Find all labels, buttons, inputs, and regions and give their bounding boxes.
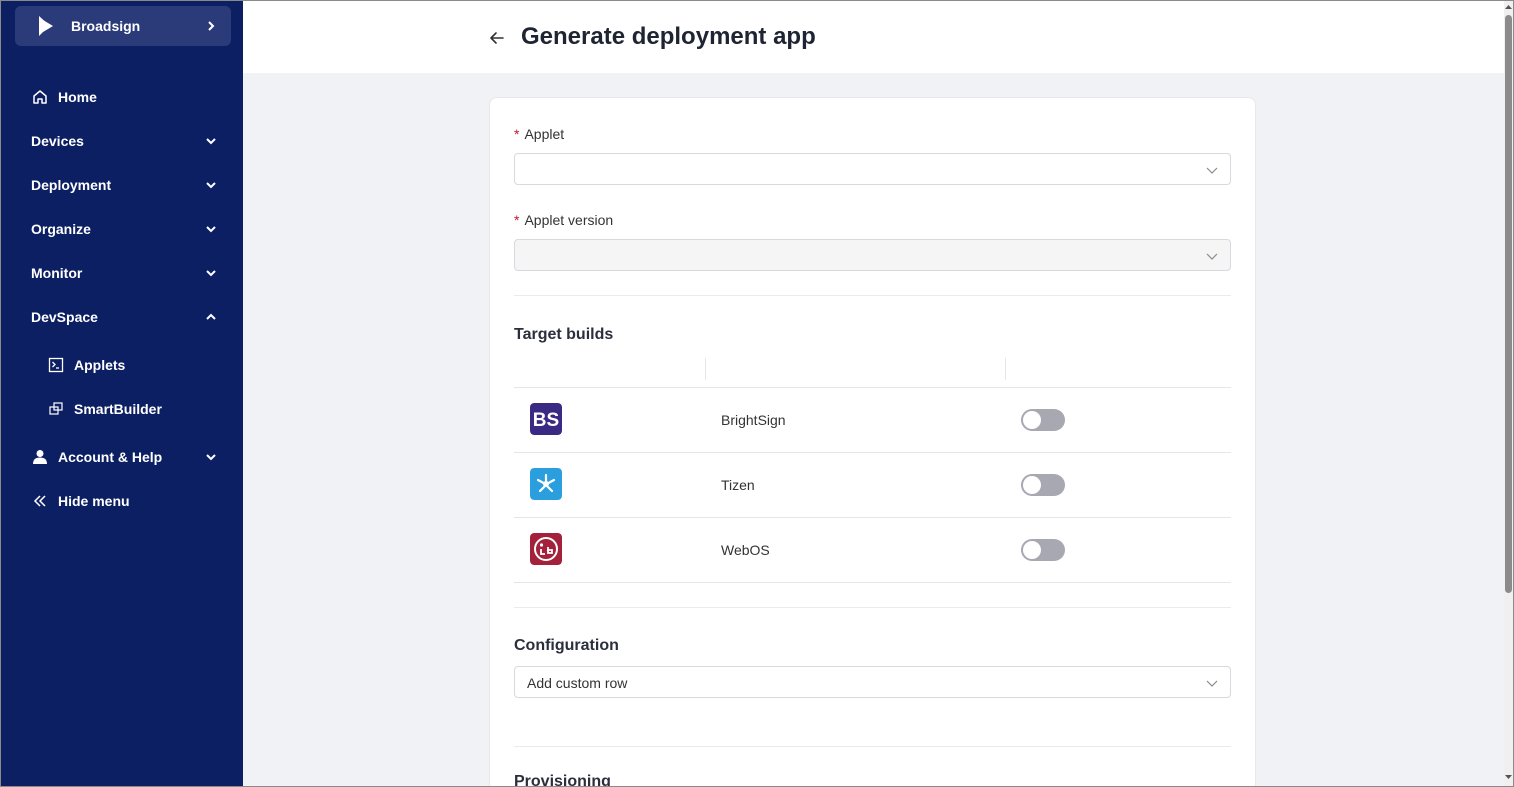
toggle-knob (1023, 541, 1041, 559)
chevron-up-icon (206, 313, 216, 320)
row-line (514, 582, 1231, 583)
sidebar-item-deployment[interactable]: Deployment (31, 173, 221, 197)
sidebar-item-label: Monitor (31, 265, 83, 281)
sidebar-item-smartbuilder[interactable]: SmartBuilder (47, 397, 217, 421)
chevron-right-icon (208, 21, 215, 31)
user-icon (31, 448, 49, 466)
chevron-down-icon (206, 454, 216, 461)
applet-label: * Applet (514, 126, 564, 142)
row-line (514, 452, 1231, 453)
sidebar-item-account-help[interactable]: Account & Help (31, 445, 221, 469)
back-arrow-icon[interactable] (486, 27, 508, 49)
tizen-toggle[interactable] (1021, 474, 1065, 496)
sidebar-item-label: DevSpace (31, 309, 98, 325)
terminal-icon (47, 356, 65, 374)
column-separator (1005, 358, 1006, 380)
platform-name: BrightSign (721, 412, 786, 428)
toggle-knob (1023, 411, 1041, 429)
sidebar-item-label: Account & Help (58, 449, 163, 465)
applet-label-text: Applet (524, 126, 565, 142)
org-name: Broadsign (71, 18, 141, 34)
page-scrollbar[interactable] (1504, 1, 1513, 786)
sidebar-item-label: SmartBuilder (74, 401, 162, 417)
chevron-down-icon (206, 270, 216, 277)
sidebar-item-label: Organize (31, 221, 91, 237)
divider (514, 746, 1231, 747)
sidebar: Broadsign Home Devices Deployment Organi… (1, 1, 243, 786)
toggle-knob (1023, 476, 1041, 494)
provisioning-title: Provisioning (514, 773, 611, 787)
configuration-title: Configuration (514, 637, 619, 654)
org-switcher[interactable]: Broadsign (15, 6, 231, 46)
blocks-icon (47, 400, 65, 418)
page-header: Generate deployment app (243, 1, 1504, 73)
configuration-select-value: Add custom row (527, 675, 628, 691)
required-mark: * (514, 212, 520, 228)
chevron-down-icon (206, 182, 216, 189)
scroll-down-arrow-icon[interactable] (1505, 773, 1512, 781)
scroll-thumb[interactable] (1505, 15, 1512, 593)
scroll-up-arrow-icon[interactable] (1505, 3, 1512, 11)
sidebar-item-label: Applets (74, 357, 126, 373)
hide-menu-button[interactable]: Hide menu (31, 489, 221, 513)
applet-select[interactable] (514, 153, 1231, 185)
platform-name: WebOS (721, 542, 770, 558)
sidebar-item-applets[interactable]: Applets (47, 353, 217, 377)
sidebar-item-monitor[interactable]: Monitor (31, 261, 221, 285)
sidebar-item-organize[interactable]: Organize (31, 217, 221, 241)
sidebar-item-devices[interactable]: Devices (31, 129, 221, 153)
chevron-down-icon (1206, 167, 1218, 174)
webos-icon (530, 533, 562, 565)
svg-text:BS: BS (533, 410, 559, 431)
sidebar-item-home[interactable]: Home (31, 85, 221, 109)
sidebar-item-label: Devices (31, 133, 84, 149)
brightsign-toggle[interactable] (1021, 409, 1065, 431)
table-header-line (514, 387, 1231, 388)
required-mark: * (514, 126, 520, 142)
divider (514, 607, 1231, 608)
chevron-down-icon (1206, 680, 1218, 687)
applet-version-label: * Applet version (514, 212, 613, 228)
chevron-down-icon (206, 138, 216, 145)
brightsign-icon: BS (530, 403, 562, 435)
applet-version-label-text: Applet version (524, 212, 614, 228)
sidebar-item-devspace[interactable]: DevSpace (31, 305, 221, 329)
page-title: Generate deployment app (521, 23, 816, 50)
chevron-down-icon (206, 226, 216, 233)
tizen-icon (530, 468, 562, 500)
webos-toggle[interactable] (1021, 539, 1065, 561)
sidebar-item-label: Deployment (31, 177, 112, 193)
home-icon (31, 88, 49, 106)
platform-name: Tizen (721, 477, 755, 493)
target-builds-title: Target builds (514, 326, 614, 343)
sidebar-item-label: Home (58, 89, 97, 105)
double-chevron-left-icon (31, 492, 49, 510)
row-line (514, 517, 1231, 518)
divider (514, 295, 1231, 296)
configuration-select[interactable]: Add custom row (514, 666, 1231, 698)
hide-menu-label: Hide menu (58, 493, 130, 509)
broadsign-logo-icon (39, 16, 53, 36)
chevron-down-icon (1206, 253, 1218, 260)
column-separator (705, 358, 706, 380)
deployment-form-card: * Applet * Applet version Target builds BS… (489, 97, 1256, 787)
applet-version-select[interactable] (514, 239, 1231, 271)
